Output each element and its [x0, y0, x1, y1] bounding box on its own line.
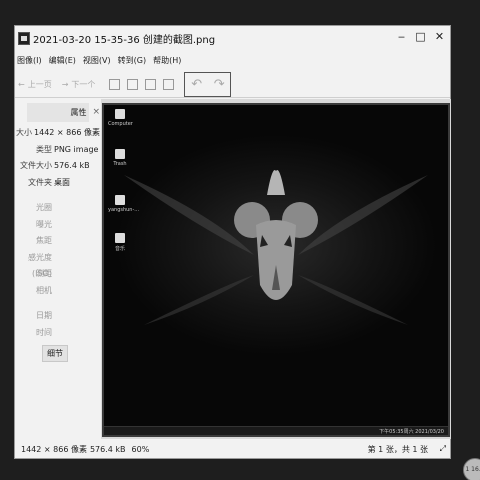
next-label: 下一个: [71, 80, 96, 89]
status-zoom: 60%: [131, 444, 150, 454]
menu-view[interactable]: 视图(V): [83, 55, 111, 66]
desktop-icon-home: yangshun-...: [108, 195, 139, 213]
property-key: 文件大小: [20, 161, 52, 170]
sidebar-title: 属性: [27, 102, 90, 122]
property-value: 576.4 kB: [54, 161, 90, 170]
folder-icon: [115, 195, 125, 205]
best-fit-icon[interactable]: [145, 79, 157, 90]
details-button[interactable]: 细节: [42, 345, 68, 362]
mouse-wallpaper-art: [116, 135, 436, 355]
displayed-screenshot: Computer Trash yangshun-... 音乐 下午05:35周六…: [102, 103, 450, 437]
menu-edit[interactable]: 编辑(E): [49, 55, 76, 66]
image-viewer-window: 2021-03-20 15-35-36 创建的截图.png ‒ □ ✕ 图像(I…: [14, 25, 451, 459]
computer-icon: [115, 109, 125, 119]
exif-key: 感光度 (ISO): [28, 252, 52, 279]
rotate-right-icon[interactable]: ↷: [214, 77, 225, 92]
exif-key: 相机: [36, 285, 52, 295]
screenshot-clock: 下午05:35周六 2021/03/20: [379, 429, 444, 435]
screenshot-taskbar: 下午05:35周六 2021/03/20: [104, 426, 448, 435]
properties-sidebar: 属性 × 大小 1442 × 866 像素 类型 PNG image 文件大小 576…: [15, 99, 100, 419]
rotate-left-icon[interactable]: ↶: [191, 77, 202, 92]
menu-help[interactable]: 帮助(H): [153, 55, 181, 66]
menu-go[interactable]: 转到(G): [118, 55, 146, 66]
zoom-in-icon[interactable]: [109, 79, 121, 90]
maximize-button[interactable]: □: [414, 30, 427, 43]
property-value: 桌面: [54, 177, 70, 187]
desktop-icon-music: 音乐: [108, 233, 132, 252]
status-image-size: 1442 × 866 像素: [21, 444, 87, 454]
toolbar: ← 上一页 → 下一个 ↶ ↷: [15, 71, 450, 98]
close-button[interactable]: ✕: [433, 30, 446, 43]
property-value: 1442 × 866 像素: [34, 128, 100, 137]
exif-key: 焦距: [36, 236, 52, 245]
corner-badge: 1 16.2: [463, 458, 480, 480]
status-page-count: 第 1 张，共 1 张: [367, 444, 428, 454]
desktop-icon-trash: Trash: [108, 149, 132, 167]
fullscreen-fit-icon[interactable]: [163, 79, 175, 90]
title-bar[interactable]: 2021-03-20 15-35-36 创建的截图.png ‒ □ ✕: [15, 26, 450, 50]
property-key: 文件夹: [28, 177, 52, 187]
image-view[interactable]: Computer Trash yangshun-... 音乐 下午05:35周六…: [101, 99, 451, 439]
arrow-left-icon: ←: [18, 80, 25, 89]
property-key: 大小: [16, 128, 33, 137]
app-icon: [18, 31, 30, 45]
trash-icon: [115, 149, 125, 159]
exif-key: 曝光: [36, 219, 52, 229]
zoom-out-icon[interactable]: [127, 79, 139, 90]
minimize-button[interactable]: ‒: [395, 30, 408, 43]
exif-key: 光圈: [36, 203, 52, 212]
exif-key: 测距: [36, 269, 52, 278]
menu-image[interactable]: 图像(I): [17, 55, 42, 66]
time-key: 时间: [36, 327, 52, 337]
next-button[interactable]: → 下一个: [62, 79, 96, 90]
status-file-size: 576.4 kB: [89, 444, 126, 454]
property-key: 类型: [36, 144, 52, 154]
status-bar: 1442 × 866 像素 576.4 kB 60% 第 1 张，共 1 张 ⤢: [15, 439, 450, 459]
desktop-icon-computer: Computer: [108, 109, 133, 127]
music-folder-icon: [115, 233, 125, 243]
rotate-group: ↶ ↷: [184, 71, 232, 97]
previous-label: 上一页: [27, 80, 52, 89]
expand-icon[interactable]: ⤢: [440, 444, 446, 454]
date-key: 日期: [36, 311, 52, 320]
arrow-right-icon: →: [61, 80, 69, 89]
menu-bar: 图像(I) 编辑(E) 视图(V) 转到(G) 帮助(H): [15, 52, 181, 68]
close-icon[interactable]: ×: [92, 107, 100, 117]
property-value: PNG image: [54, 144, 99, 154]
previous-button[interactable]: ← 上一页: [18, 79, 52, 90]
window-title: 2021-03-20 15-35-36 创建的截图.png: [33, 34, 216, 46]
